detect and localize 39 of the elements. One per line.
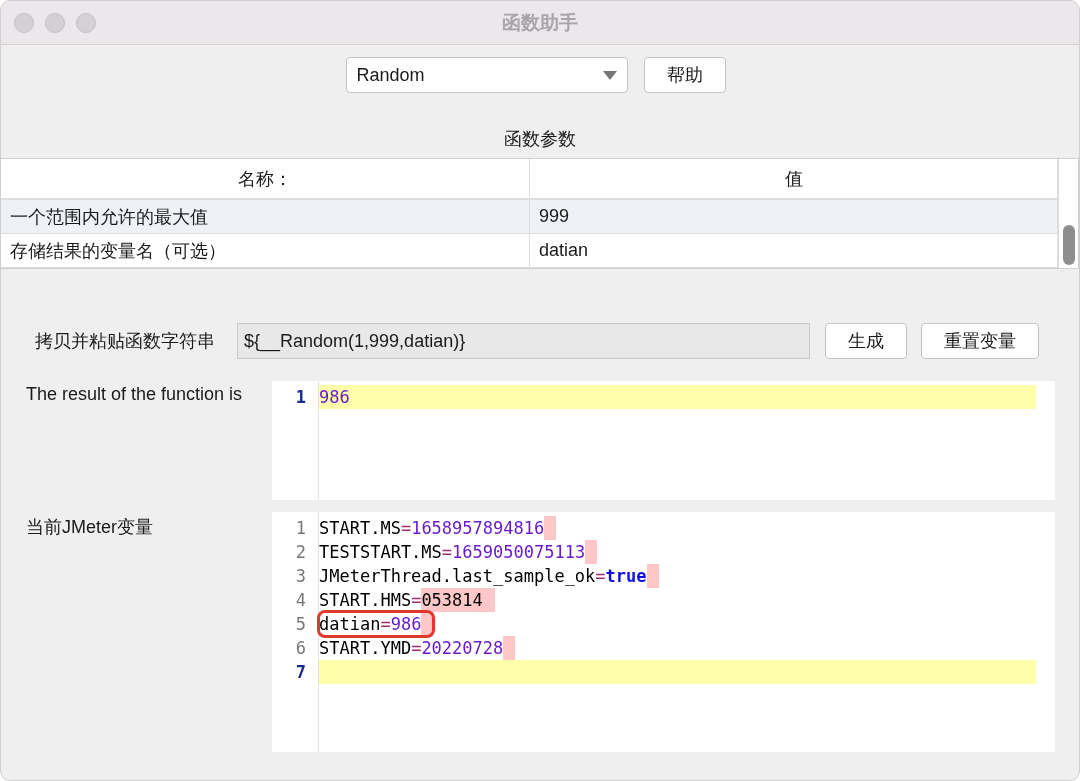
line-number: 7 [294, 661, 307, 684]
result-label: The result of the function is [26, 383, 244, 405]
name-cell: 存储结果的变量名（可选） [1, 234, 530, 267]
code-line: START.HMS=053814 [319, 588, 1036, 612]
value-cell: datian [530, 234, 1058, 267]
line-number: 4 [294, 589, 307, 612]
line-number: 3 [294, 565, 307, 588]
table-row[interactable]: 一个范围内允许的最大值 999 [1, 200, 1058, 234]
code-line: JMeterThread.last_sample_ok=true [319, 564, 1036, 588]
column-header[interactable]: 值 [530, 159, 1058, 198]
value-cell: 999 [530, 200, 1058, 233]
function-dropdown[interactable]: Random [345, 57, 628, 93]
field-label: 拷贝并粘贴函数字符串 [35, 330, 216, 353]
variables-label: 当前JMeter变量 [26, 516, 154, 539]
zoom-button[interactable] [76, 12, 96, 33]
name-cell: 一个范围内允许的最大值 [1, 200, 530, 233]
table-row[interactable]: 存储结果的变量名（可选） datian [1, 234, 1058, 268]
close-button[interactable] [14, 12, 34, 33]
line-number: 1 [294, 386, 307, 409]
line-number: 1 [294, 517, 307, 540]
generate-button[interactable]: 生成 [825, 323, 907, 359]
line-number: 5 [294, 613, 307, 636]
code-line: START.MS=1658957894816 [319, 516, 1036, 540]
line-number: 6 [294, 637, 307, 660]
reset-variables-button[interactable]: 重置变量 [921, 323, 1039, 359]
result-editor[interactable]: 1 986 [272, 381, 1055, 500]
section-title: 函数参数 [504, 129, 576, 149]
help-button[interactable]: 帮助 [643, 57, 726, 93]
code-line: datian=986 [319, 612, 1036, 636]
window-title: 函数助手 [502, 10, 578, 35]
variables-editor[interactable]: 1 2 3 4 5 6 7 START.MS=1658957894816 TESTSTART.MS=1659050075113 JMeterThread.last_sample_ok=true START.HMS=053814 datian=986 START.YMD=20220728 [272, 512, 1055, 752]
code-line: TESTSTART.MS=1659050075113 [319, 540, 1036, 564]
code-line: START.YMD=20220728 [319, 636, 1036, 660]
minimize-button[interactable] [45, 12, 65, 33]
caret-icon [602, 70, 617, 80]
scrollbar-thumb[interactable] [1062, 225, 1075, 265]
column-header[interactable]: 名称： [1, 159, 530, 198]
line-number: 2 [294, 541, 307, 564]
function-string-field[interactable]: ${__Random(1,999,datian)} [237, 323, 810, 359]
